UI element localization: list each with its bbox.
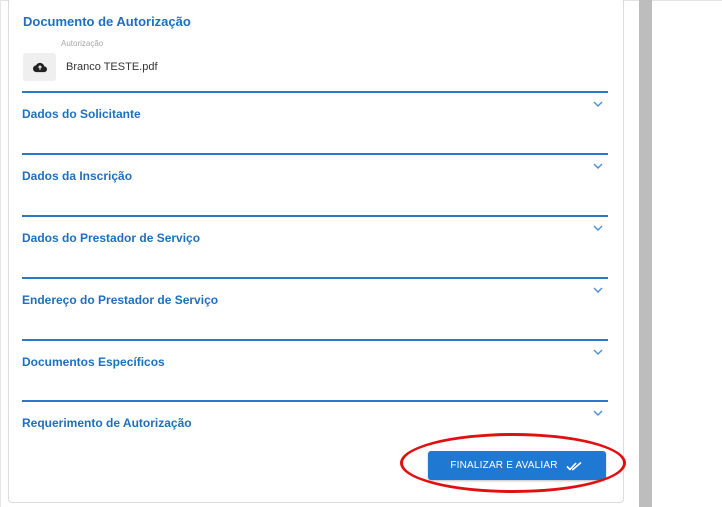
section-divider	[22, 215, 608, 217]
section-title: Endereço do Prestador de Serviço	[22, 293, 219, 307]
section-divider	[22, 277, 608, 279]
finalize-button-label: FINALIZAR E AVALIAR	[450, 460, 558, 471]
scrollbar[interactable]	[639, 0, 652, 507]
authorization-doc-title: Documento de Autorização	[23, 14, 191, 29]
cloud-upload-icon	[32, 62, 47, 72]
section-title: Documentos Específicos	[22, 355, 165, 369]
left-border	[0, 0, 1, 507]
file-caption: Autorização	[61, 39, 104, 48]
chevron-down-icon[interactable]	[592, 346, 604, 358]
chevron-down-icon[interactable]	[592, 284, 604, 296]
section-title: Dados do Prestador de Serviço	[22, 231, 201, 245]
section-title: Dados do Solicitante	[22, 107, 141, 121]
section-title: Dados da Inscrição	[22, 169, 133, 183]
chevron-down-icon[interactable]	[592, 407, 604, 419]
section-title: Requerimento de Autorização	[22, 416, 192, 430]
section-divider	[22, 91, 608, 93]
chevron-down-icon[interactable]	[592, 160, 604, 172]
chevron-down-icon[interactable]	[592, 98, 604, 110]
finalize-and-evaluate-button[interactable]: FINALIZAR E AVALIAR	[428, 451, 606, 480]
upload-button[interactable]	[23, 53, 56, 81]
chevron-down-icon[interactable]	[592, 222, 604, 234]
section-divider	[22, 400, 608, 402]
section-divider	[22, 153, 608, 155]
section-divider	[22, 339, 608, 341]
file-name: Branco TESTE.pdf	[66, 61, 158, 73]
double-check-icon	[566, 461, 582, 471]
